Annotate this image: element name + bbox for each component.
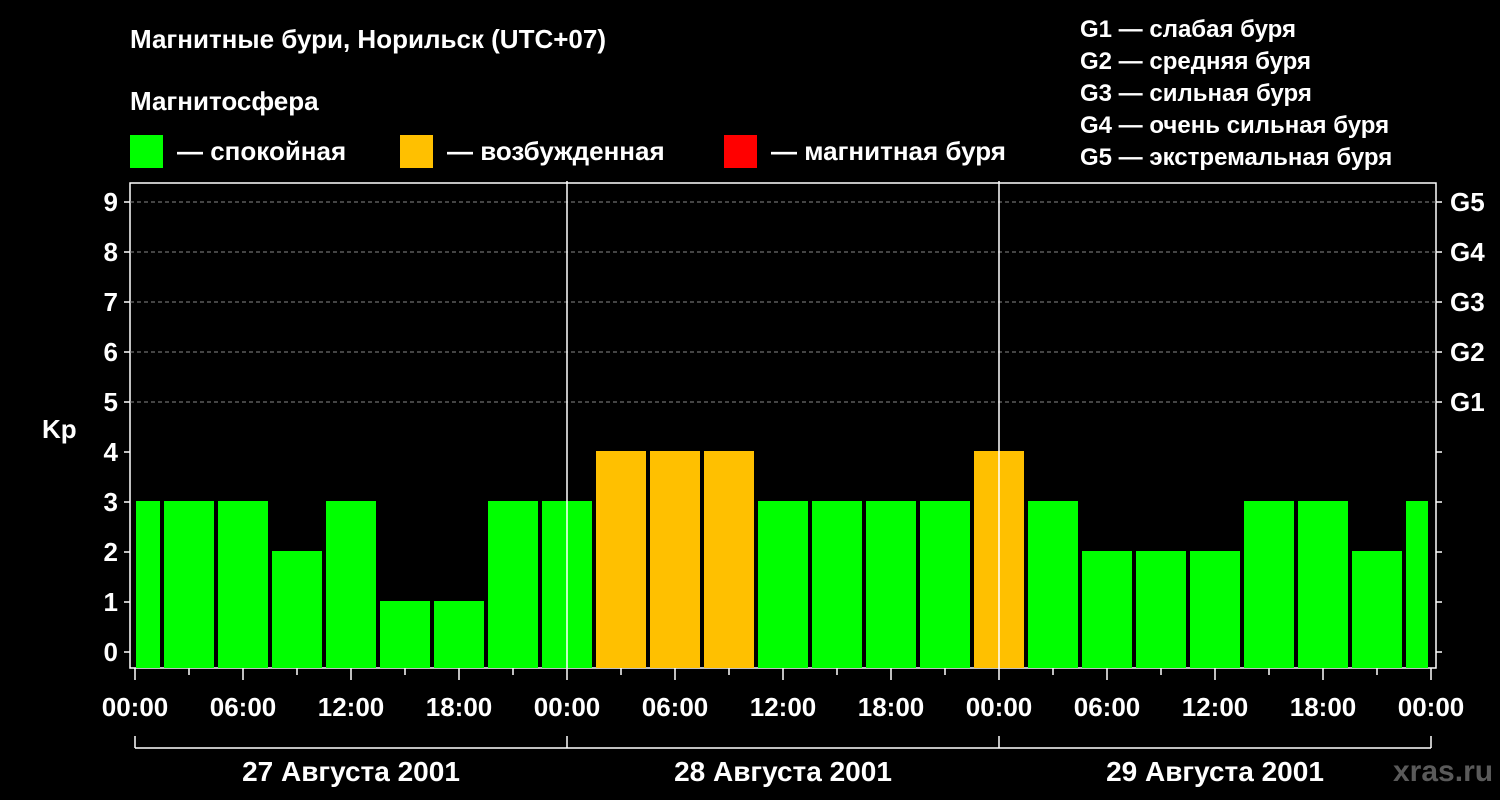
kp-bar [380, 601, 430, 668]
y-tick-label: 3 [104, 487, 118, 517]
kp-bar [1136, 551, 1186, 668]
g-axis-label: G2 [1450, 337, 1485, 367]
x-tick-label: 00:00 [102, 692, 169, 722]
g-axis-label: G3 [1450, 287, 1485, 317]
kp-bar [866, 501, 916, 668]
y-tick-label: 4 [104, 437, 119, 467]
x-tick-label: 06:00 [210, 692, 277, 722]
kp-bar [812, 501, 862, 668]
y-tick-label: 1 [104, 587, 118, 617]
g-axis-label: G1 [1450, 387, 1485, 417]
g-axis-label: G5 [1450, 187, 1485, 217]
kp-bar [596, 451, 646, 668]
kp-bar [920, 501, 970, 668]
y-tick-label: 5 [104, 387, 118, 417]
y-axis-label: Kp [42, 414, 77, 444]
y-tick-label: 9 [104, 187, 118, 217]
kp-chart: 0 1 2 3 4 5 6 7 8 9 G1 G2 G3 G4 G5 Kp 00:00 06:00 12:00 18:… [42, 181, 1485, 787]
g-axis-label: G4 [1450, 237, 1485, 267]
kp-bar [1082, 551, 1132, 668]
x-tick-label: 18:00 [1290, 692, 1357, 722]
kp-bar [488, 501, 538, 668]
watermark: xras.ru [1393, 755, 1494, 788]
x-tick-label: 12:00 [750, 692, 817, 722]
y-tick-label: 0 [104, 637, 118, 667]
kp-bar [218, 501, 268, 668]
kp-bar [1406, 501, 1428, 668]
kp-bar [1352, 551, 1402, 668]
chart-stage: Магнитные бури, Норильск (UTC+07) Магнит… [0, 0, 1500, 800]
x-tick-label: 12:00 [1182, 692, 1249, 722]
x-tick-label: 00:00 [1398, 692, 1465, 722]
kp-bar [434, 601, 484, 668]
x-tick-label: 06:00 [1074, 692, 1141, 722]
kp-bar [758, 501, 808, 668]
day-label: 28 Августа 2001 [674, 756, 892, 787]
y-tick-label: 7 [104, 287, 118, 317]
day-label: 27 Августа 2001 [242, 756, 460, 787]
day-label: 29 Августа 2001 [1106, 756, 1324, 787]
kp-bar [164, 501, 214, 668]
kp-bar [136, 501, 160, 668]
kp-bar [1298, 501, 1348, 668]
kp-bar [1190, 551, 1240, 668]
kp-bar [704, 451, 754, 668]
kp-bar [272, 551, 322, 668]
x-tick-label: 00:00 [534, 692, 601, 722]
kp-bar [1028, 501, 1078, 668]
x-tick-label: 06:00 [642, 692, 709, 722]
x-tick-label: 12:00 [318, 692, 385, 722]
kp-bar [1244, 501, 1294, 668]
y-tick-label: 6 [104, 337, 118, 367]
kp-bar [326, 501, 376, 668]
kp-bar [650, 451, 700, 668]
y-tick-label: 8 [104, 237, 118, 267]
x-tick-label: 00:00 [966, 692, 1033, 722]
x-tick-label: 18:00 [858, 692, 925, 722]
y-tick-label: 2 [104, 537, 118, 567]
x-tick-label: 18:00 [426, 692, 493, 722]
